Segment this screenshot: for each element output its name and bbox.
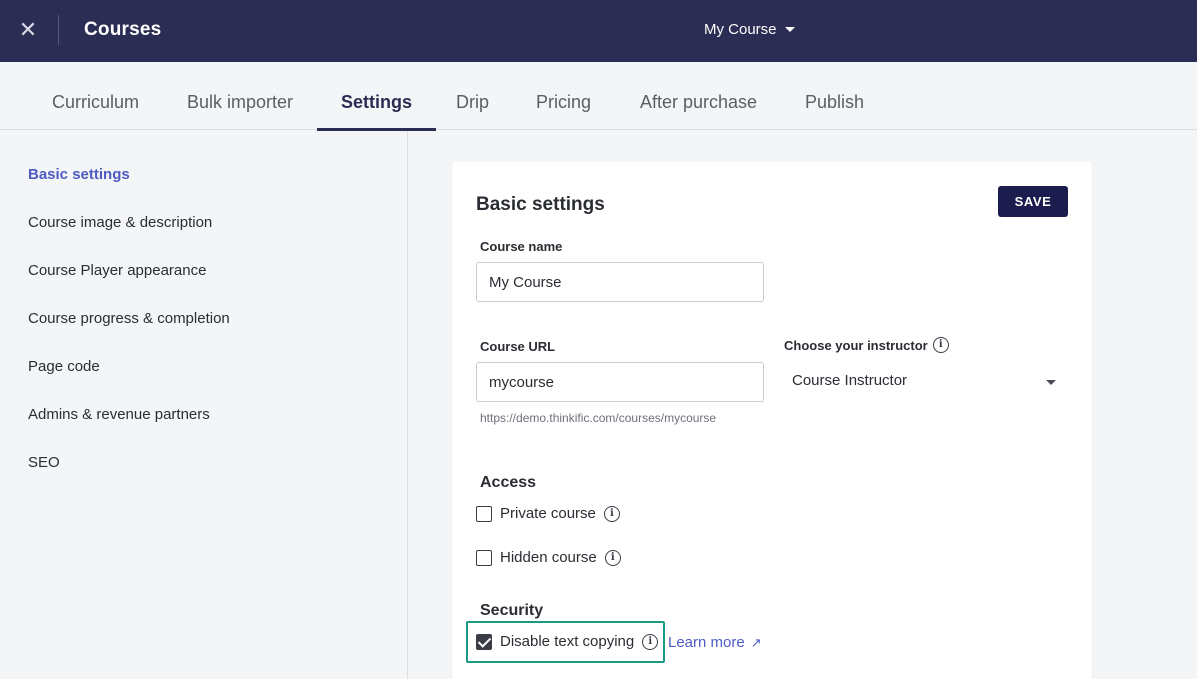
info-icon[interactable]: i [604,549,621,566]
tab-publish[interactable]: Publish [781,62,888,130]
hidden-course-row: Hidden course i [476,549,621,566]
course-url-input[interactable] [476,362,764,402]
course-selector[interactable]: My Course [704,21,795,38]
info-icon[interactable]: i [642,633,659,650]
access-title: Access [480,474,537,491]
tab-pricing[interactable]: Pricing [512,62,615,130]
sidebar-item-page-code[interactable]: Page code [28,358,100,375]
app-title: Courses [84,19,162,40]
learn-more-link[interactable]: Learn more ↗ [668,634,762,651]
settings-sidebar: Basic settings Course image & descriptio… [0,131,408,679]
tab-after-purchase[interactable]: After purchase [616,62,781,130]
info-icon[interactable]: i [932,337,949,353]
sidebar-item-admins-partners[interactable]: Admins & revenue partners [28,406,210,423]
basic-settings-card: Basic settings SAVE Course name Course U… [452,162,1092,679]
instructor-select-value: Course Instructor [792,372,908,389]
sidebar-item-player-appearance[interactable]: Course Player appearance [28,262,206,279]
top-bar: ✕ Courses My Course [0,0,1197,62]
tab-curriculum[interactable]: Curriculum [28,62,163,130]
external-link-icon: ↗ [750,634,762,650]
course-name-label: Course name [480,239,563,254]
course-selector-label: My Course [704,21,777,38]
instructor-label-row: Choose your instructor i [784,337,949,353]
close-icon[interactable]: ✕ [16,16,40,44]
course-url-hint: https://demo.thinkific.com/courses/mycou… [480,411,717,425]
course-url-label: Course URL [480,339,556,354]
disable-copy-label: Disable text copying [500,633,635,650]
sidebar-item-progress-completion[interactable]: Course progress & completion [28,310,230,327]
tab-bulk-importer[interactable]: Bulk importer [163,62,317,130]
disable-copy-row: Disable text copying i [476,633,659,650]
sidebar-item-basic-settings[interactable]: Basic settings [28,166,130,183]
sidebar-item-seo[interactable]: SEO [28,454,60,471]
instructor-label: Choose your instructor [784,337,928,353]
instructor-select[interactable]: Course Instructor [784,362,1064,402]
private-course-label: Private course [500,505,596,522]
caret-down-icon [784,27,795,32]
tab-settings[interactable]: Settings [317,62,437,131]
sidebar-item-course-image[interactable]: Course image & description [28,214,212,231]
learn-more-label: Learn more [668,634,745,651]
private-course-checkbox[interactable] [476,505,492,522]
tab-drip[interactable]: Drip [432,62,513,130]
course-tabs: Curriculum Bulk importer Settings Drip P… [0,62,1197,131]
topbar-divider [58,15,59,45]
security-title: Security [480,602,544,619]
save-button[interactable]: SAVE [998,186,1068,217]
private-course-row: Private course i [476,505,620,522]
disable-copy-checkbox[interactable] [476,633,492,650]
hidden-course-label: Hidden course [500,549,597,566]
caret-down-icon [1046,380,1056,385]
course-name-input[interactable] [476,262,764,302]
card-title: Basic settings [476,194,605,215]
info-icon[interactable]: i [603,505,620,522]
hidden-course-checkbox[interactable] [476,549,492,566]
